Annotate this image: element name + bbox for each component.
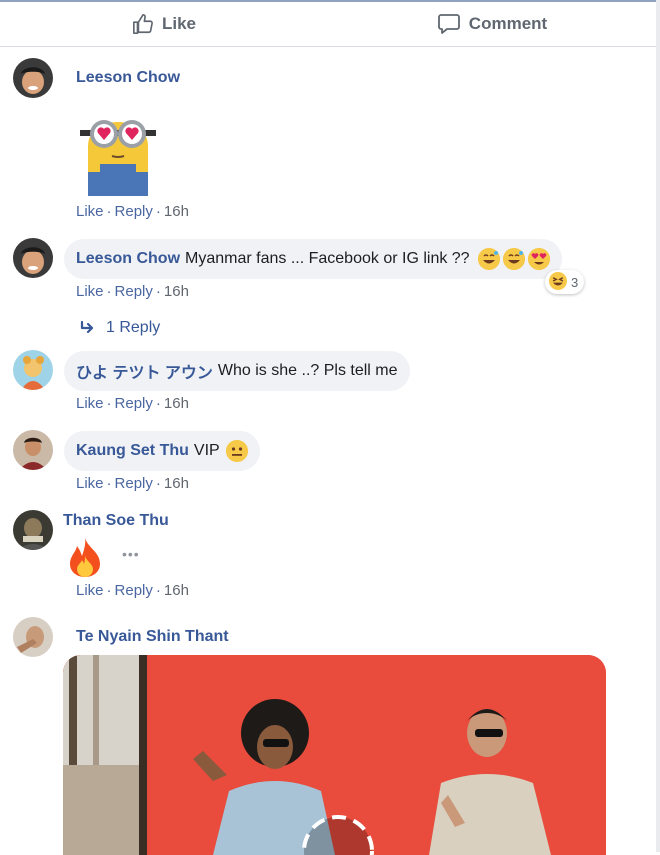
reaction-summary[interactable]: 3 — [545, 270, 585, 294]
separator: · — [155, 475, 161, 492]
avatar-photo — [13, 350, 53, 390]
comment-author[interactable]: ひよ テツト アウン — [76, 359, 213, 383]
comment-button[interactable]: Comment — [328, 2, 656, 46]
like-link[interactable]: Like — [76, 395, 104, 412]
comment-text: Who is she ..? Pls tell me — [217, 362, 398, 379]
comment-author[interactable]: Te Nyain Shin Thant — [76, 628, 229, 646]
comment-meta: Like · Reply · 16h — [76, 203, 189, 220]
separator: · — [155, 395, 161, 412]
more-options-icon[interactable]: ••• — [122, 546, 140, 562]
separator: · — [106, 283, 112, 300]
separator: · — [155, 582, 161, 599]
timestamp[interactable]: 16h — [164, 582, 189, 599]
comment-bubble: Kaung Set Thu VIP — [64, 431, 260, 471]
avatar-photo — [13, 510, 53, 550]
avatar-photo — [13, 238, 53, 278]
comment-meta: Like · Reply · 16h — [76, 475, 189, 492]
reply-arrow-icon — [80, 321, 94, 334]
like-button[interactable]: Like — [0, 2, 328, 46]
comment-author[interactable]: Leeson Chow — [76, 250, 180, 268]
timestamp[interactable]: 16h — [164, 395, 189, 412]
thumbs-up-icon — [132, 14, 153, 34]
comment-author[interactable]: Than Soe Thu — [63, 512, 169, 530]
replies-label: 1 Reply — [106, 319, 161, 336]
laughing-squint-icon — [549, 271, 567, 293]
timestamp[interactable]: 16h — [164, 203, 189, 220]
comment-text: VIP — [193, 442, 220, 459]
like-link[interactable]: Like — [76, 203, 104, 220]
separator: · — [155, 283, 161, 300]
comment-author[interactable]: Kaung Set Thu — [76, 442, 189, 460]
avatar[interactable] — [13, 58, 53, 98]
comment-author[interactable]: Leeson Chow — [76, 69, 180, 87]
fire-emoji — [64, 536, 106, 578]
view-replies-link[interactable]: 1 Reply — [80, 319, 160, 337]
comment-meta: Like · Reply · 16h — [76, 283, 189, 300]
heart-eyes-icon — [527, 248, 550, 270]
like-link[interactable]: Like — [76, 582, 104, 599]
separator: · — [106, 475, 112, 492]
reply-link[interactable]: Reply — [115, 283, 153, 300]
comment-bubble-icon — [437, 14, 460, 34]
reaction-count: 3 — [571, 274, 579, 290]
timestamp[interactable]: 16h — [164, 475, 189, 492]
comment-meta: Like · Reply · 16h — [76, 395, 189, 412]
separator: · — [106, 203, 112, 220]
avatar-photo — [13, 430, 53, 470]
avatar-photo — [13, 58, 53, 98]
comment-bubble: ひよ テツト アウン Who is she ..? Pls tell me — [64, 351, 410, 391]
comment-meta: Like · Reply · 16h — [76, 582, 189, 599]
post-action-bar: Like Comment — [0, 2, 656, 47]
minion-sticker — [74, 106, 162, 196]
avatar[interactable] — [13, 430, 53, 470]
gif-attachment[interactable] — [63, 655, 606, 855]
comment-bubble: Leeson Chow Myanmar fans ... Facebook or… — [64, 239, 562, 279]
grinning-sweat-icon — [477, 248, 500, 270]
avatar[interactable] — [13, 350, 53, 390]
reply-link[interactable]: Reply — [115, 582, 153, 599]
avatar[interactable] — [13, 238, 53, 278]
scrollbar-track[interactable] — [656, 0, 660, 852]
separator: · — [155, 203, 161, 220]
reply-link[interactable]: Reply — [115, 395, 153, 412]
neutral-face-icon — [225, 440, 248, 462]
grinning-sweat-icon — [502, 248, 525, 270]
like-button-label: Like — [161, 14, 197, 33]
like-link[interactable]: Like — [76, 475, 104, 492]
reply-link[interactable]: Reply — [115, 475, 153, 492]
comment-text: Myanmar fans ... Facebook or IG link ?? — [185, 250, 470, 267]
avatar[interactable] — [13, 617, 53, 657]
comment-button-label: Comment — [468, 14, 548, 33]
separator: · — [106, 395, 112, 412]
avatar-photo — [13, 617, 53, 657]
separator: · — [106, 582, 112, 599]
gif-image — [63, 655, 606, 855]
reply-link[interactable]: Reply — [115, 203, 153, 220]
timestamp[interactable]: 16h — [164, 283, 189, 300]
like-link[interactable]: Like — [76, 283, 104, 300]
avatar[interactable] — [13, 510, 53, 550]
